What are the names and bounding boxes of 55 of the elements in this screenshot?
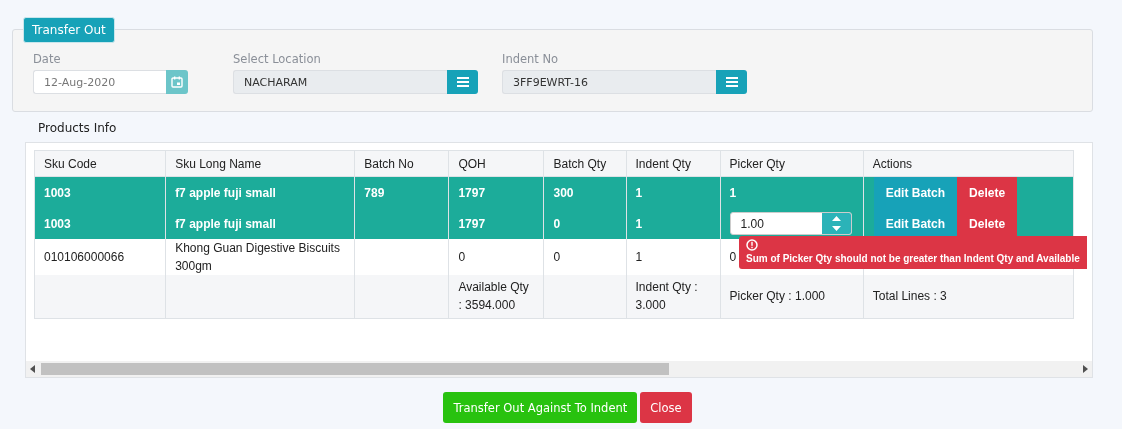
calendar-button[interactable] — [166, 70, 188, 94]
section-title: Products Info — [38, 121, 117, 135]
table-row[interactable]: 1003 f7 apple fuji small 1797 0 1 1.00 Edit Batch Delete — [34, 208, 1074, 239]
calendar-icon — [171, 76, 183, 88]
table-cell: 0 — [458, 250, 466, 264]
select-field[interactable]: 3FF9EWRT-16 — [502, 70, 716, 94]
scroll-right-icon[interactable] — [1083, 365, 1088, 373]
menu-button[interactable] — [447, 70, 478, 94]
table-cell: 1797 — [458, 185, 486, 200]
table-cell: 300 — [553, 185, 574, 200]
transfer-button[interactable]: Transfer Out Against To Indent — [443, 392, 638, 423]
field-label: Date — [33, 52, 62, 66]
column-header: Batch No — [354, 150, 449, 177]
table-cell: 0 — [729, 250, 737, 264]
column-header: QOH — [448, 150, 544, 177]
table-cell: 789 — [364, 185, 385, 200]
spinner-arrows-icon — [831, 216, 841, 231]
table-cell: 1 — [635, 250, 643, 264]
summary-text: Indent Qty : 3.000 — [635, 280, 698, 313]
field-label: Select Location — [233, 52, 322, 66]
quantity-spinner[interactable]: 1.00 — [729, 212, 852, 235]
menu-icon — [456, 77, 469, 87]
table-cell: f7 apple fuji small — [175, 216, 276, 231]
table-cell: 010106000066 — [44, 250, 125, 264]
table-cell: 1003 — [44, 185, 71, 200]
table-cell: 1 — [635, 185, 643, 200]
table-cell: 1 — [729, 185, 737, 200]
column-header: Actions — [863, 150, 1074, 177]
table-cell: 0 — [553, 250, 561, 264]
edit-batch-button[interactable]: Edit Batch — [873, 177, 958, 208]
table-cell: 1 — [635, 216, 643, 231]
column-header: Sku Code — [34, 150, 166, 177]
table-cell: 1003 — [44, 216, 71, 231]
summary-text: Available Qty : 3594.000 — [458, 280, 529, 313]
table-row[interactable]: 1003 f7 apple fuji small 789 1797 300 1 1 Edit Batch Delete — [34, 176, 1074, 208]
field-label: Indent No — [502, 52, 560, 66]
table-cell: Khong Guan Digestive Biscuits 300gm — [175, 241, 340, 273]
summary-text: Total Lines : 3 — [872, 289, 947, 304]
column-header: Batch Qty — [543, 150, 627, 177]
menu-button[interactable] — [716, 70, 747, 94]
table-cell: 1797 — [458, 216, 486, 231]
panel-legend: Transfer Out — [23, 17, 115, 43]
date-field[interactable]: 12-Aug-2020 — [33, 70, 166, 94]
column-header: Sku Long Name — [165, 150, 355, 177]
column-header: Picker Qty — [720, 150, 864, 177]
table-cell: 0 — [553, 216, 561, 231]
select-field[interactable]: NACHARAM — [233, 70, 447, 94]
column-header: Indent Qty — [626, 150, 721, 177]
delete-button[interactable]: Delete — [957, 177, 1018, 208]
close-button[interactable]: Close — [640, 392, 692, 423]
summary-text: Picker Qty : 1.000 — [729, 289, 825, 304]
menu-icon — [725, 77, 738, 87]
table-cell: f7 apple fuji small — [175, 185, 276, 200]
alert-icon — [746, 239, 758, 251]
scroll-left-icon[interactable] — [30, 365, 35, 373]
